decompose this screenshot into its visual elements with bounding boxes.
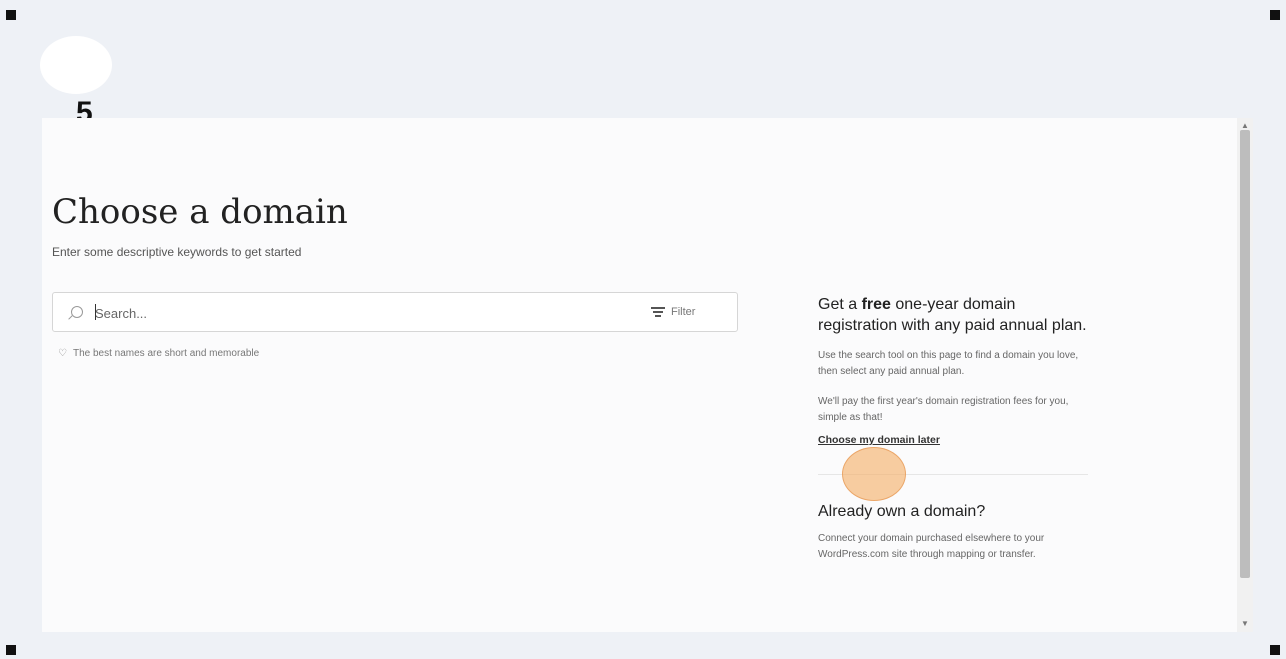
domain-search-box[interactable]: Filter <box>52 292 738 332</box>
text-caret <box>95 304 96 320</box>
filter-button[interactable]: Filter <box>651 303 695 321</box>
promo-heading: Get a free one-year domain registration … <box>818 296 1087 334</box>
promo-text-1: Use the search tool on this page to find… <box>818 350 1079 377</box>
search-tip: ♡ The best names are short and memorable <box>58 348 259 359</box>
choose-domain-later-link[interactable]: Choose my domain later <box>818 434 940 446</box>
own-domain-text: Connect your domain purchased elsewhere … <box>818 533 1045 560</box>
page-title: Choose a domain <box>52 192 348 232</box>
frame-corner-bottom-left <box>6 645 16 655</box>
sidebar: Get a free one-year domain registration … <box>818 294 1088 563</box>
click-highlight-indicator <box>842 447 906 501</box>
lightbulb-icon: ♡ <box>58 348 67 359</box>
step-bubble <box>40 36 112 94</box>
scroll-down-arrow-icon[interactable]: ▼ <box>1237 618 1253 630</box>
own-domain-heading: Already own a domain? <box>818 503 986 520</box>
page-subtitle: Enter some descriptive keywords to get s… <box>52 245 302 259</box>
vertical-scrollbar[interactable]: ▲ ▼ <box>1237 118 1253 632</box>
frame-corner-bottom-right <box>1270 645 1280 655</box>
tip-text: The best names are short and memorable <box>72 348 260 359</box>
promo-text-2: We'll pay the first year's domain regist… <box>818 396 1069 423</box>
filter-label: Filter <box>671 306 696 318</box>
frame-corner-top-left <box>6 10 16 20</box>
scrollbar-thumb[interactable] <box>1240 130 1250 578</box>
frame-corner-top-right <box>1270 10 1280 20</box>
domain-search-input[interactable] <box>93 302 617 324</box>
filter-icon <box>651 307 665 317</box>
search-icon <box>71 306 83 318</box>
